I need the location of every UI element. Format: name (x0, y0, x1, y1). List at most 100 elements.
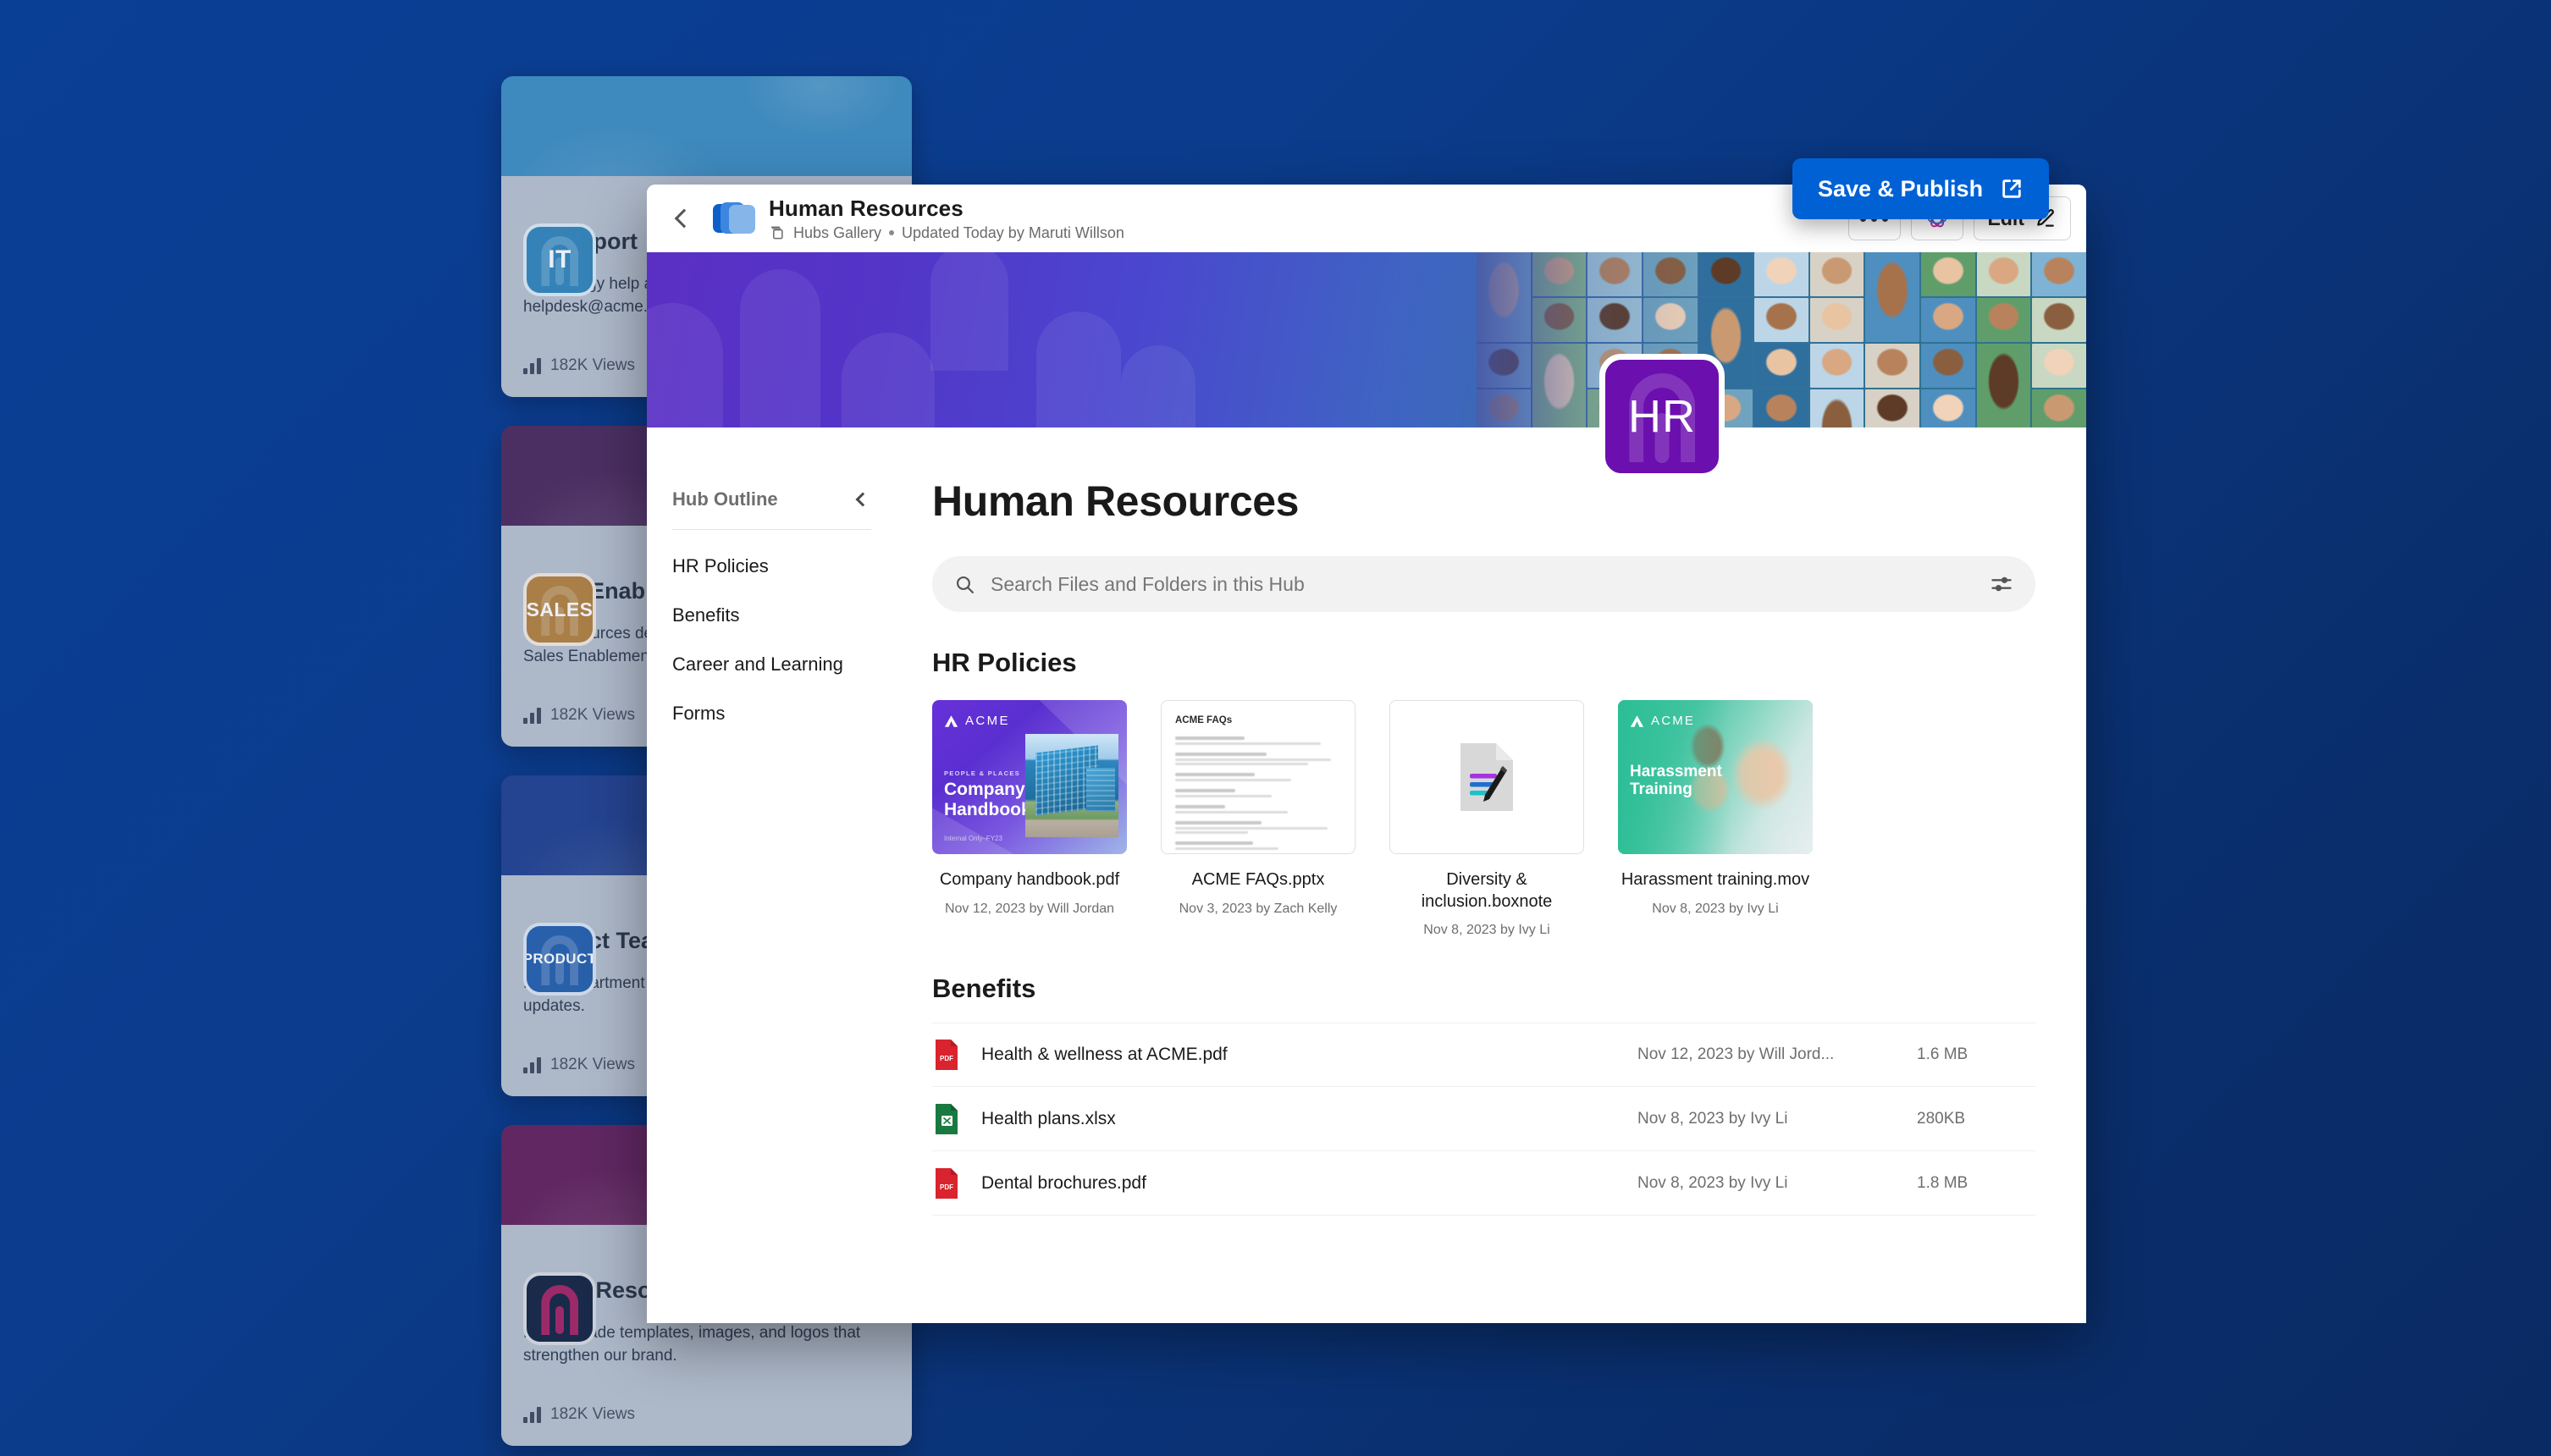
collage-face-tile (1976, 298, 2031, 342)
hub-main-content: Human Resources HR Policies (897, 427, 2086, 1323)
section-title-hr-policies: HR Policies (932, 648, 1077, 677)
acme-logo: ACME (944, 714, 1010, 728)
file-type-icon-cell (932, 1103, 961, 1134)
breadcrumb[interactable]: Hubs Gallery (793, 224, 881, 242)
collage-face-tile (1643, 252, 1698, 296)
file-name: Harassment training.mov (1621, 870, 1810, 889)
file-card-harassment-training[interactable]: ACME Harassment Training Harassment trai… (1618, 700, 1813, 938)
file-meta: Nov 8, 2023 by Ivy Li (1423, 923, 1550, 938)
hr-hub-icon-label: HR (1628, 391, 1696, 442)
file-name: Diversity & inclusion.boxnote (1421, 870, 1553, 911)
filter-settings-icon[interactable] (1990, 572, 2013, 596)
bar-chart-icon (523, 1056, 541, 1073)
collage-face-tile (1976, 252, 2031, 296)
sidebar-item-forms[interactable]: Forms (672, 701, 871, 725)
search-bar[interactable] (932, 556, 2035, 612)
collage-face-tile (1809, 252, 1864, 296)
hub-card-views-label: 182K Views (550, 356, 635, 374)
collage-face-tile (1754, 298, 1808, 342)
file-name: Health & wellness at ACME.pdf (981, 1045, 1228, 1065)
back-button[interactable] (665, 200, 703, 237)
file-thumbnail (1389, 700, 1584, 854)
hub-outline-header: Hub Outline (672, 488, 871, 530)
collage-face-tile (1809, 298, 1864, 342)
file-type-icon-cell: PDF (932, 1167, 961, 1199)
hub-icon-label: PRODUCT (523, 951, 596, 967)
boxnote-icon (1460, 743, 1513, 811)
file-type-icon-cell: PDF (932, 1040, 961, 1071)
collage-face-tile (1754, 389, 1808, 427)
file-meta: Nov 12, 2023 by Will Jordan (944, 901, 1115, 916)
product-hub-icon: PRODUCT (523, 923, 596, 995)
hubs-stack-icon (770, 226, 783, 240)
thumbnail-text-block (1175, 841, 1341, 850)
it-hub-icon: IT (523, 223, 596, 296)
chevron-left-icon (674, 208, 694, 229)
collapse-outline-button[interactable] (854, 491, 871, 508)
file-thumbnail: ACME PEOPLE & PLACES Company Handbook In… (932, 700, 1127, 854)
collage-face-tile (1698, 252, 1753, 296)
collage-face-tile (1921, 389, 1975, 427)
collage-face-tile (1587, 298, 1642, 342)
save-and-publish-button[interactable]: Save & Publish (1792, 158, 2050, 219)
file-size: 1.8 MB (1917, 1173, 1968, 1192)
page-title: Human Resources (932, 477, 1300, 525)
acme-mark-icon (944, 714, 958, 727)
collage-face-tile (1643, 298, 1698, 342)
brand-hub-icon (523, 1272, 596, 1345)
hr-hub-icon: HR (1599, 354, 1725, 479)
file-meta: Nov 12, 2023 by Will Jord... (1637, 1045, 1835, 1064)
file-card-diversity-inclusion[interactable]: Diversity & inclusion.boxnote Nov 8, 202… (1389, 700, 1584, 938)
collage-face-tile (1754, 344, 1808, 388)
file-thumbnail: ACME Harassment Training (1618, 700, 1813, 854)
collage-face-tile (1921, 298, 1975, 342)
bar-chart-icon (523, 357, 541, 374)
collage-face-tile (1809, 389, 1864, 427)
thumbnail-text-block (1175, 805, 1341, 813)
collage-face-tile (2032, 298, 2086, 342)
collage-face-tile (1921, 252, 1975, 296)
hubs-logo-icon (713, 200, 755, 237)
file-card-acme-faqs[interactable]: ACME FAQs ACME FAQs.pptx Nov 3, 2023 by … (1161, 700, 1356, 938)
hub-detail-panel: Human Resources Hubs Gallery Updated Tod… (647, 185, 2086, 1323)
separator-dot-icon (889, 230, 895, 235)
acme-logo: ACME (1630, 714, 1695, 728)
svg-text:PDF: PDF (940, 1055, 953, 1062)
hub-icon-label: IT (548, 245, 571, 273)
collage-face-tile (2032, 389, 2086, 427)
collage-face-tile (1865, 252, 1920, 342)
table-row[interactable]: PDF Health & wellness at ACME.pdf Nov 12… (932, 1023, 2035, 1088)
file-name: Dental brochures.pdf (981, 1172, 1146, 1193)
table-row[interactable]: PDF Dental brochures.pdf Nov 8, 2023 by … (932, 1151, 2035, 1216)
sidebar-item-hr-policies[interactable]: HR Policies (672, 554, 871, 578)
file-size: 1.6 MB (1917, 1045, 1968, 1064)
collage-face-tile (1754, 252, 1808, 296)
file-name: ACME FAQs.pptx (1191, 870, 1325, 889)
thumbnail-title: Company Handbook (944, 780, 1031, 819)
file-meta: Nov 8, 2023 by Ivy Li (1637, 1173, 1788, 1192)
thumbnail-text-block (1175, 773, 1341, 781)
sidebar-item-benefits[interactable]: Benefits (672, 603, 871, 627)
benefits-file-list: PDF Health & wellness at ACME.pdf Nov 12… (932, 1023, 2035, 1216)
file-name: Health plans.xlsx (981, 1108, 1116, 1128)
collage-face-tile (1865, 344, 1920, 388)
hub-card-views-label: 182K Views (550, 1056, 635, 1073)
acme-mark-icon (1630, 714, 1644, 727)
hub-outline-title: Hub Outline (672, 488, 778, 510)
file-meta: Nov 3, 2023 by Zach Kelly (1179, 901, 1338, 916)
hub-card-views: 182K Views (523, 1405, 890, 1424)
collage-face-tile (2032, 252, 2086, 296)
panel-body: HR Hub Outline HR Policies Benefits Care… (647, 354, 2086, 1323)
table-row[interactable]: Health plans.xlsx Nov 8, 2023 by Ivy Li … (932, 1087, 2035, 1152)
search-input[interactable] (991, 572, 1974, 596)
pdf-icon: PDF (936, 1040, 958, 1071)
file-card-company-handbook[interactable]: ACME PEOPLE & PLACES Company Handbook In… (932, 700, 1127, 938)
acme-wordmark: ACME (965, 714, 1010, 728)
svg-text:PDF: PDF (940, 1183, 953, 1191)
hub-icon-label: SALES (526, 598, 594, 620)
panel-title: Human Resources (769, 195, 964, 221)
collage-face-tile (1809, 344, 1864, 388)
sidebar-item-career-and-learning[interactable]: Career and Learning (672, 652, 871, 676)
save-and-publish-label: Save & Publish (1818, 175, 1984, 201)
hero-people-collage (1477, 252, 2086, 427)
